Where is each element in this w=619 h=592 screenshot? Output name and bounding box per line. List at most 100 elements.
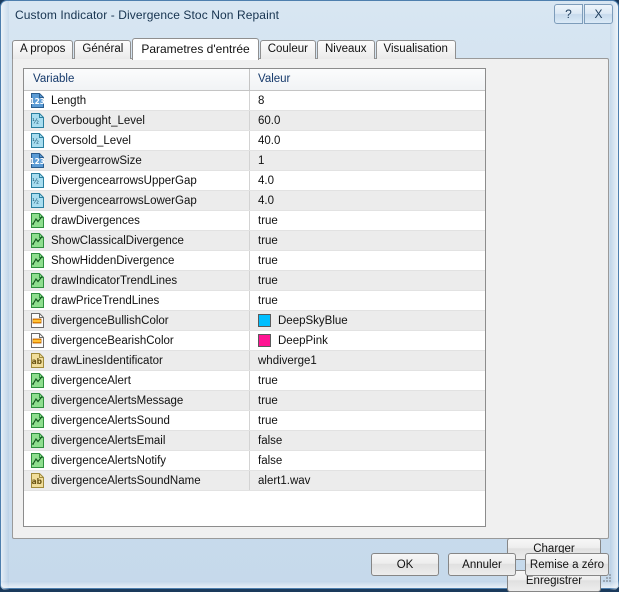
color-icon — [30, 313, 45, 328]
table-row[interactable]: divergenceAlertsSound true — [24, 411, 485, 431]
parameter-value-cell[interactable]: true — [250, 231, 485, 250]
parameter-value-cell[interactable]: false — [250, 431, 485, 450]
parameter-name-label: drawPriceTrendLines — [51, 294, 160, 307]
table-row[interactable]: ab divergenceAlertsSoundName alert1.wav — [24, 471, 485, 491]
parameter-value-cell[interactable]: true — [250, 411, 485, 430]
table-row[interactable]: divergenceAlertsEmail false — [24, 431, 485, 451]
parameter-value-cell[interactable]: alert1.wav — [250, 471, 485, 490]
parameter-name-cell: divergenceAlertsSound — [24, 411, 250, 430]
bool-icon — [30, 253, 45, 268]
tab-visualisation[interactable]: Visualisation — [375, 40, 456, 59]
parameter-name-cell: divergenceBullishColor — [24, 311, 250, 330]
parameter-value-cell[interactable]: 1 — [250, 151, 485, 170]
parameter-name-cell: ½ DivergencearrowsLowerGap — [24, 191, 250, 210]
table-row[interactable]: 123 DivergearrowSize 1 — [24, 151, 485, 171]
string-icon: ab — [30, 353, 45, 368]
bool-icon — [30, 413, 45, 428]
parameter-name-label: drawIndicatorTrendLines — [51, 274, 178, 287]
table-row[interactable]: 123 Length 8 — [24, 91, 485, 111]
table-row[interactable]: ½ Oversold_Level 40.0 — [24, 131, 485, 151]
custom-indicator-dialog: Custom Indicator - Divergence Stoc Non R… — [0, 0, 619, 592]
bool-icon — [30, 233, 45, 248]
bool-icon — [30, 273, 45, 288]
table-row[interactable]: divergenceAlertsMessage true — [24, 391, 485, 411]
parameter-name-cell: drawIndicatorTrendLines — [24, 271, 250, 290]
table-row[interactable]: drawDivergences true — [24, 211, 485, 231]
table-row[interactable]: ShowHiddenDivergence true — [24, 251, 485, 271]
close-icon: X — [594, 7, 603, 21]
parameter-value-cell[interactable]: true — [250, 291, 485, 310]
double-icon: ½ — [30, 173, 45, 188]
parameter-name-cell: divergenceAlertsEmail — [24, 431, 250, 450]
parameter-name-cell: 123 Length — [24, 91, 250, 110]
parameter-value-cell[interactable]: true — [250, 271, 485, 290]
bool-icon — [30, 393, 45, 408]
double-icon: ½ — [30, 113, 45, 128]
parameter-value-cell[interactable]: whdiverge1 — [250, 351, 485, 370]
table-row[interactable]: divergenceBearishColor DeepPink — [24, 331, 485, 351]
cancel-button[interactable]: Annuler — [448, 553, 516, 576]
grid-header-row: Variable Valeur — [24, 69, 485, 91]
parameter-name-cell: ½ Oversold_Level — [24, 131, 250, 150]
help-button[interactable]: ? — [554, 4, 583, 24]
tab-couleur[interactable]: Couleur — [259, 40, 316, 59]
color-swatch — [258, 314, 271, 327]
ok-button[interactable]: OK — [371, 553, 439, 576]
parameter-value-text: 4.0 — [258, 174, 274, 187]
parameter-value-text: DeepSkyBlue — [278, 314, 348, 327]
parameter-value-cell[interactable]: DeepPink — [250, 331, 485, 350]
parameter-name-cell: ShowHiddenDivergence — [24, 251, 250, 270]
parameter-name-cell: divergenceAlert — [24, 371, 250, 390]
table-row[interactable]: ½ Overbought_Level 60.0 — [24, 111, 485, 131]
table-row[interactable]: drawPriceTrendLines true — [24, 291, 485, 311]
parameter-name-label: Oversold_Level — [51, 134, 131, 147]
parameter-value-cell[interactable]: true — [250, 211, 485, 230]
tab-parametres-d-entr-e[interactable]: Parametres d'entrée — [132, 38, 259, 60]
reset-button[interactable]: Remise a zéro — [525, 553, 609, 576]
parameter-value-cell[interactable]: DeepSkyBlue — [250, 311, 485, 330]
table-row[interactable]: ab drawLinesIdentificator whdiverge1 — [24, 351, 485, 371]
parameter-name-label: divergenceAlert — [51, 374, 131, 387]
window-title: Custom Indicator - Divergence Stoc Non R… — [15, 8, 280, 22]
parameter-value-cell[interactable]: 8 — [250, 91, 485, 110]
parameter-value-text: false — [258, 434, 283, 447]
table-row[interactable]: ShowClassicalDivergence true — [24, 231, 485, 251]
table-row[interactable]: drawIndicatorTrendLines true — [24, 271, 485, 291]
parameter-value-text: true — [258, 274, 278, 287]
parameter-value-cell[interactable]: true — [250, 371, 485, 390]
grid-body: 123 Length 8 ½ Overbought_Level 60.0 ½ Overso… — [24, 91, 485, 491]
table-row[interactable]: ½ DivergencearrowsLowerGap 4.0 — [24, 191, 485, 211]
parameter-value-cell[interactable]: 4.0 — [250, 191, 485, 210]
parameter-value-text: 8 — [258, 94, 265, 107]
parameters-grid: Variable Valeur 123 Length 8 ½ Overbought_L… — [23, 68, 486, 527]
double-icon: ½ — [30, 193, 45, 208]
svg-text:ab: ab — [32, 477, 43, 486]
parameter-value-cell[interactable]: true — [250, 391, 485, 410]
table-row[interactable]: divergenceAlert true — [24, 371, 485, 391]
table-row[interactable]: divergenceAlertsNotify false — [24, 451, 485, 471]
parameter-value-text: true — [258, 414, 278, 427]
table-row[interactable]: ½ DivergencearrowsUpperGap 4.0 — [24, 171, 485, 191]
parameter-name-label: divergenceAlertsMessage — [51, 394, 184, 407]
parameter-name-label: ShowClassicalDivergence — [51, 234, 184, 247]
parameter-name-cell: divergenceAlertsMessage — [24, 391, 250, 410]
parameter-value-cell[interactable]: 60.0 — [250, 111, 485, 130]
parameter-value-cell[interactable]: true — [250, 251, 485, 270]
parameter-name-label: drawLinesIdentificator — [51, 354, 163, 367]
color-swatch — [258, 334, 271, 347]
close-button[interactable]: X — [584, 4, 613, 24]
parameter-value-text: true — [258, 294, 278, 307]
parameter-value-text: alert1.wav — [258, 474, 311, 487]
tab-niveaux[interactable]: Niveaux — [316, 40, 375, 59]
svg-text:½: ½ — [32, 118, 39, 126]
parameter-value-cell[interactable]: 40.0 — [250, 131, 485, 150]
table-row[interactable]: divergenceBullishColor DeepSkyBlue — [24, 311, 485, 331]
tab-g-n-ral[interactable]: Général — [74, 40, 132, 59]
svg-text:ab: ab — [32, 357, 43, 366]
title-bar[interactable]: Custom Indicator - Divergence Stoc Non R… — [2, 2, 619, 30]
parameter-value-cell[interactable]: 4.0 — [250, 171, 485, 190]
parameter-value-text: 4.0 — [258, 194, 274, 207]
window-edge-right — [610, 1, 618, 590]
tab-a-propos[interactable]: A propos — [12, 40, 74, 59]
parameter-value-cell[interactable]: false — [250, 451, 485, 470]
